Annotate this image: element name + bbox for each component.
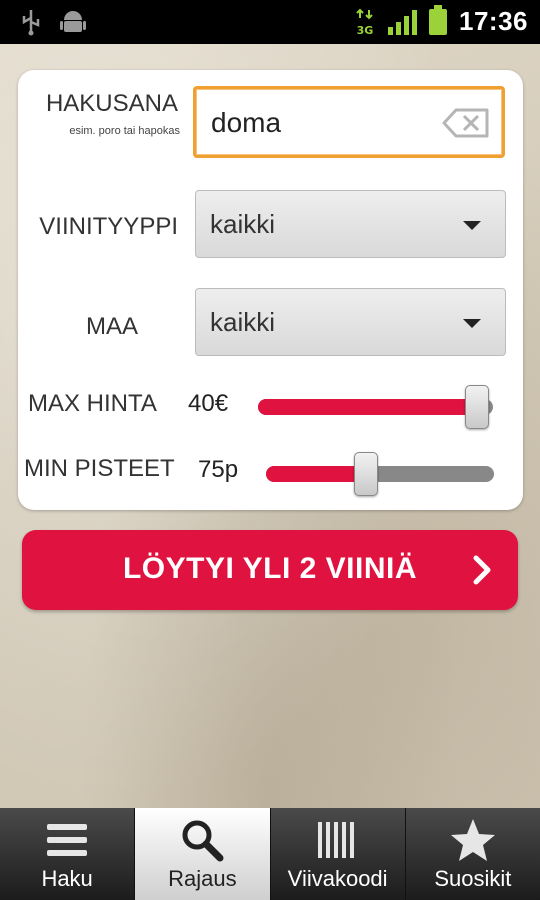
star-icon bbox=[450, 819, 495, 861]
min-points-label: MIN PISTEET bbox=[24, 455, 175, 482]
search-label: HAKUSANA bbox=[45, 90, 178, 117]
usb-icon bbox=[22, 10, 40, 36]
tab-suosikit[interactable]: Suosikit bbox=[406, 808, 540, 900]
country-value: kaikki bbox=[210, 307, 276, 337]
list-icon bbox=[47, 824, 88, 856]
wine-type-label: VIINITYYPPI bbox=[39, 213, 178, 240]
max-price-slider[interactable] bbox=[258, 385, 493, 429]
filter-card: HAKUSANA esim. poro tai hapokas doma VII… bbox=[18, 70, 523, 510]
svg-text:3G: 3G bbox=[357, 24, 374, 36]
search-input[interactable]: doma bbox=[193, 86, 505, 158]
status-bar: 3G 17:36 bbox=[0, 0, 540, 44]
dropdown-caret-icon bbox=[463, 221, 481, 230]
search-input-value[interactable]: doma bbox=[211, 107, 281, 139]
min-points-value: 75p bbox=[198, 456, 239, 483]
chevron-right-icon bbox=[473, 555, 491, 585]
slider-fill bbox=[266, 466, 367, 482]
signal-icon bbox=[388, 9, 417, 35]
slider-fill bbox=[258, 399, 477, 415]
bottom-tab-bar: Haku Rajaus Viivakoodi Suosikit bbox=[0, 808, 540, 900]
data-3g-icon: 3G bbox=[356, 8, 374, 36]
wine-type-select[interactable]: kaikki bbox=[195, 190, 506, 258]
max-price-label: MAX HINTA bbox=[28, 390, 157, 417]
tab-label: Viivakoodi bbox=[287, 866, 388, 891]
country-select[interactable]: kaikki bbox=[195, 288, 506, 356]
tab-label: Haku bbox=[41, 866, 93, 891]
tab-viivakoodi[interactable]: Viivakoodi bbox=[271, 808, 406, 900]
android-debug-icon bbox=[60, 11, 86, 32]
max-price-value: 40€ bbox=[188, 390, 229, 417]
slider-thumb[interactable] bbox=[464, 385, 489, 429]
search-icon bbox=[182, 820, 224, 862]
tab-rajaus[interactable]: Rajaus bbox=[135, 808, 271, 900]
show-results-label: LÖYTYI YLI 2 VIINIÄ bbox=[122, 552, 417, 585]
min-points-slider[interactable] bbox=[266, 452, 494, 496]
wine-type-value: kaikki bbox=[210, 209, 276, 239]
tab-label: Rajaus bbox=[168, 866, 237, 891]
show-results-button[interactable]: LÖYTYI YLI 2 VIINIÄ bbox=[22, 530, 518, 610]
tab-label: Suosikit bbox=[434, 866, 512, 891]
backspace-clear-icon[interactable] bbox=[442, 107, 490, 139]
search-hint: esim. poro tai hapokas bbox=[69, 125, 180, 137]
country-label: MAA bbox=[85, 313, 138, 340]
tab-haku[interactable]: Haku bbox=[0, 808, 136, 900]
battery-icon bbox=[429, 4, 447, 35]
clock: 17:36 bbox=[459, 6, 528, 36]
dropdown-caret-icon bbox=[463, 319, 481, 328]
barcode-icon bbox=[317, 822, 354, 858]
slider-thumb[interactable] bbox=[354, 452, 379, 496]
